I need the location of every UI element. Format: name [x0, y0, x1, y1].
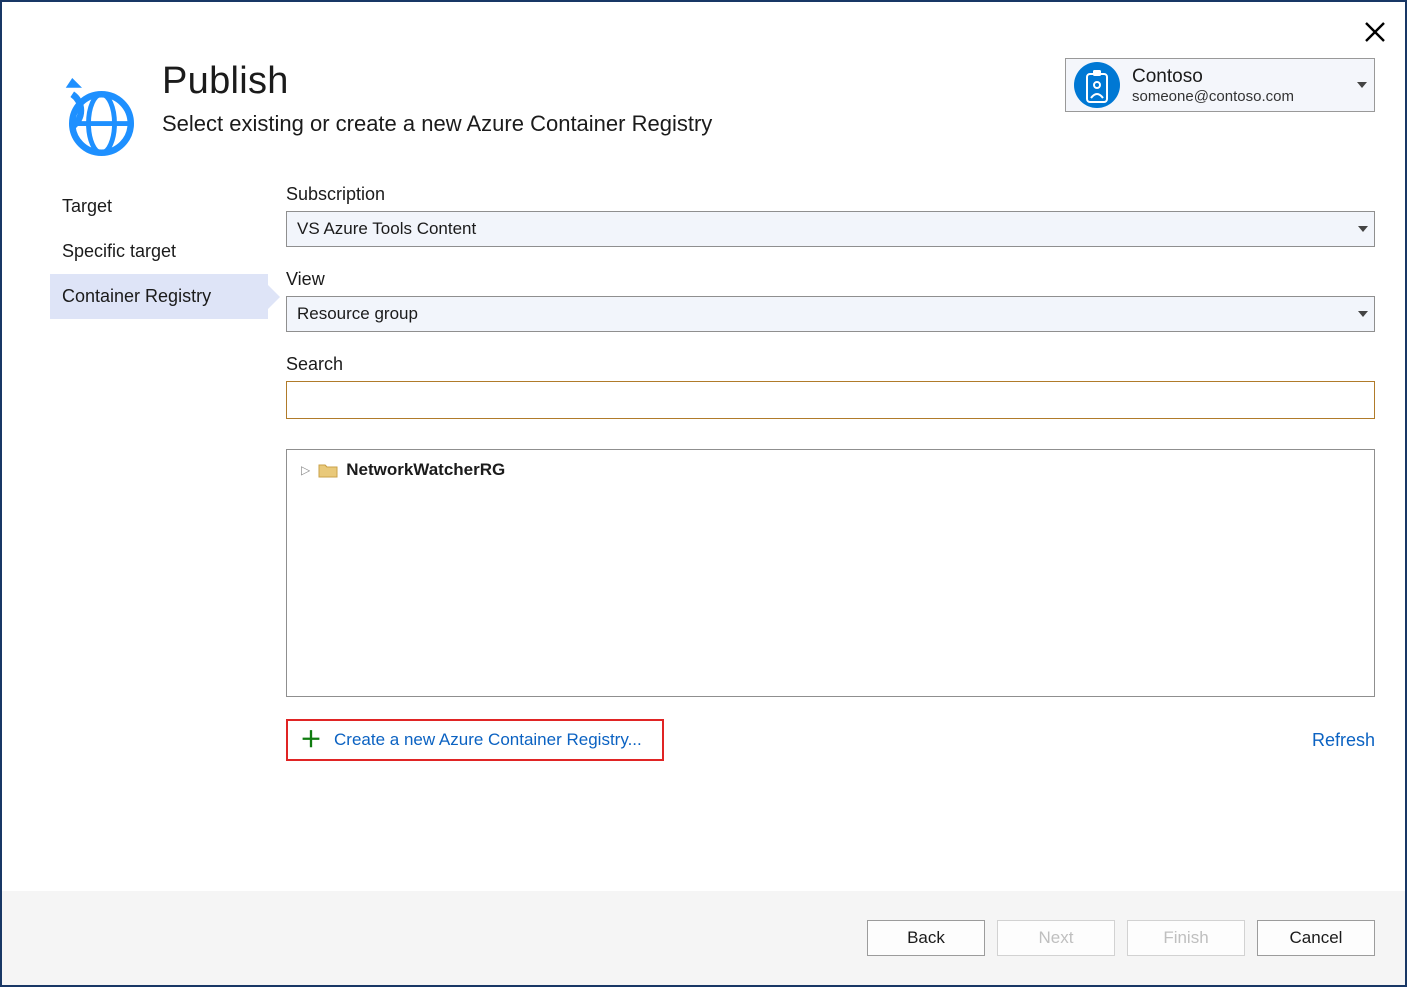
- resource-tree[interactable]: ▷ NetworkWatcherRG: [286, 449, 1375, 697]
- next-button[interactable]: Next: [997, 920, 1115, 956]
- form-area: Subscription VS Azure Tools Content View…: [268, 184, 1375, 891]
- subscription-select[interactable]: VS Azure Tools Content: [286, 211, 1375, 247]
- subscription-value: VS Azure Tools Content: [297, 219, 476, 239]
- page-subtitle: Select existing or create a new Azure Co…: [162, 111, 1037, 137]
- account-info: Contoso someone@contoso.com: [1132, 66, 1352, 105]
- view-value: Resource group: [297, 304, 418, 324]
- back-button[interactable]: Back: [867, 920, 985, 956]
- create-new-label: Create a new Azure Container Registry...: [334, 730, 642, 750]
- account-badge-icon: [1074, 62, 1120, 108]
- search-label: Search: [286, 354, 1375, 375]
- search-input[interactable]: [286, 381, 1375, 419]
- account-dropdown-toggle[interactable]: [1352, 62, 1370, 108]
- finish-button[interactable]: Finish: [1127, 920, 1245, 956]
- publish-dialog: Publish Select existing or create a new …: [0, 0, 1407, 987]
- publish-globe-icon: [56, 78, 134, 156]
- cancel-button[interactable]: Cancel: [1257, 920, 1375, 956]
- chevron-down-icon: [1357, 82, 1367, 88]
- header-text: Publish Select existing or create a new …: [162, 60, 1037, 137]
- account-selector[interactable]: Contoso someone@contoso.com: [1065, 58, 1375, 112]
- account-name: Contoso: [1132, 66, 1352, 88]
- subscription-label: Subscription: [286, 184, 1375, 205]
- refresh-link[interactable]: Refresh: [1312, 730, 1375, 751]
- chevron-down-icon: [1358, 311, 1368, 317]
- view-label: View: [286, 269, 1375, 290]
- view-select[interactable]: Resource group: [286, 296, 1375, 332]
- account-email: someone@contoso.com: [1132, 88, 1352, 105]
- header: Publish Select existing or create a new …: [2, 2, 1405, 156]
- chevron-down-icon: [1358, 226, 1368, 232]
- sidebar-item-container-registry[interactable]: Container Registry: [50, 274, 268, 319]
- sidebar-item-specific-target[interactable]: Specific target: [50, 229, 268, 274]
- body: Target Specific target Container Registr…: [2, 156, 1405, 891]
- below-tree-row: ＋ Create a new Azure Container Registry.…: [286, 719, 1375, 761]
- tree-item[interactable]: ▷ NetworkWatcherRG: [301, 460, 1360, 480]
- tree-item-label: NetworkWatcherRG: [346, 460, 505, 480]
- caret-collapsed-icon[interactable]: ▷: [301, 463, 310, 477]
- sidebar-item-target[interactable]: Target: [50, 184, 268, 229]
- create-new-registry-link[interactable]: ＋ Create a new Azure Container Registry.…: [286, 719, 664, 761]
- folder-icon: [318, 462, 338, 478]
- close-button[interactable]: [1363, 20, 1387, 44]
- footer: Back Next Finish Cancel: [2, 891, 1405, 985]
- plus-icon: ＋: [300, 729, 322, 751]
- sidebar: Target Specific target Container Registr…: [50, 184, 268, 891]
- close-icon: [1363, 20, 1387, 44]
- page-title: Publish: [162, 60, 1037, 103]
